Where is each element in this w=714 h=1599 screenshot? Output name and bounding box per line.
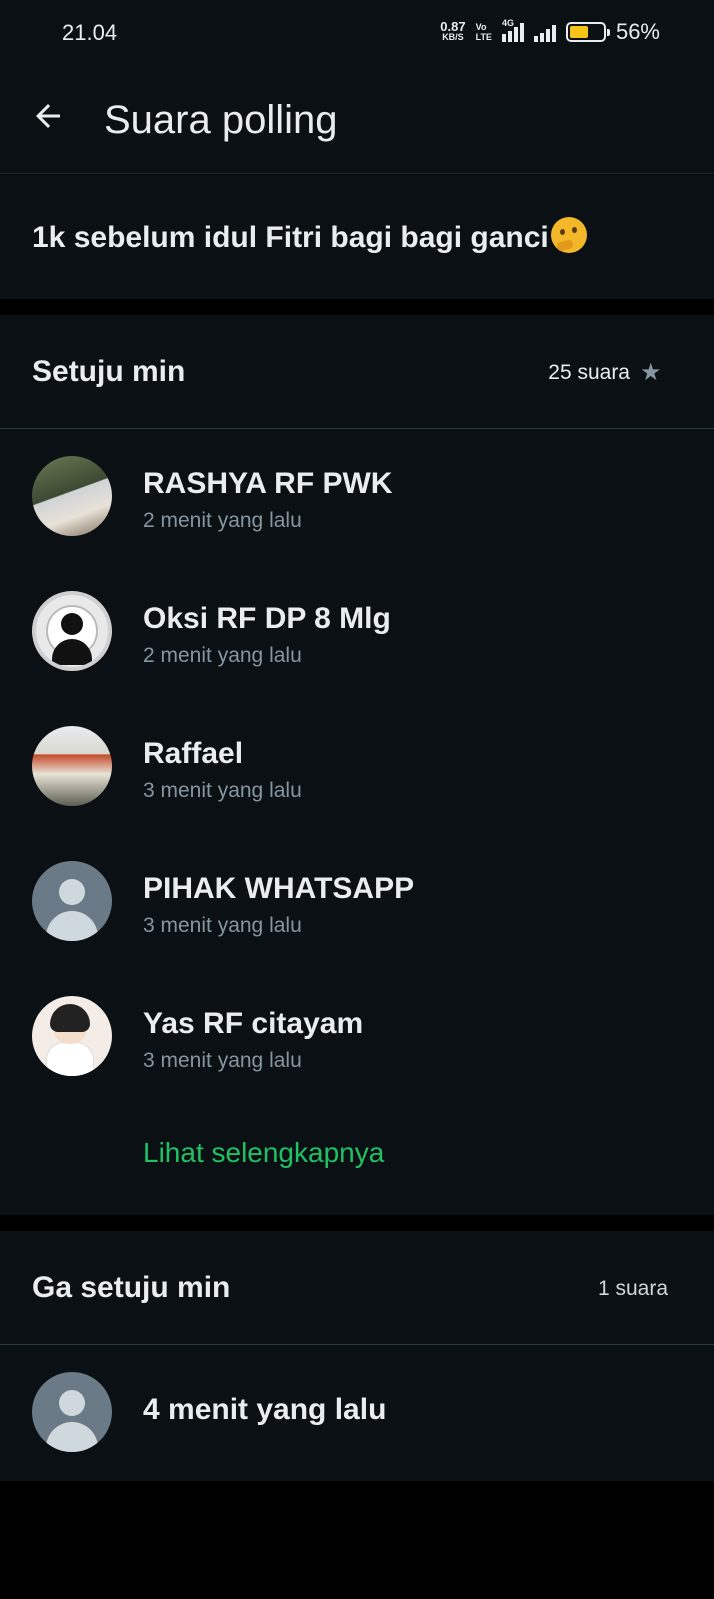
battery-percent: 56% (615, 19, 660, 44)
status-time: 21.04 (62, 20, 118, 45)
default-avatar-icon (32, 861, 112, 941)
page-title: Suara polling (104, 98, 338, 142)
see-more-link[interactable]: Lihat selengkapnya (143, 1137, 384, 1169)
voter-time: 3 menit yang lalu (143, 1049, 302, 1072)
poll-question-text: 1k sebelum idul Fitri bagi bagi ganci (32, 221, 549, 254)
signal-bar (501, 34, 506, 42)
default-avatar-icon (32, 1372, 112, 1452)
avatar-head (61, 613, 83, 635)
option-name: Setuju min (32, 355, 186, 388)
network-type: 4G (501, 18, 514, 28)
bottom-empty-area (0, 1481, 714, 1599)
vote-count-label: 1 suara (597, 1277, 668, 1300)
signal-bar (539, 33, 544, 42)
option-name: Ga setuju min (32, 1271, 231, 1304)
avatar-hair (50, 1004, 90, 1032)
volte-bottom: LTE (475, 32, 492, 42)
voter-name: Yas RF citayam (143, 1007, 364, 1040)
poll-option-ga-setuju: Ga setuju min 1 suara 4 menit yang lalu (0, 1231, 714, 1481)
voter-name: 4 menit yang lalu (143, 1393, 387, 1426)
vote-count-label: 25 suara (548, 361, 630, 384)
thinking-face-emoji-icon (550, 217, 587, 253)
avatar-shirt (46, 1042, 94, 1076)
signal-bar (507, 31, 512, 42)
voter-name: PIHAK WHATSAPP (143, 872, 415, 905)
voter-row[interactable]: 4 menit yang lalu (0, 1345, 714, 1480)
back-button[interactable] (26, 94, 70, 138)
voter-name: RASHYA RF PWK (143, 467, 393, 500)
signal-icon (533, 22, 556, 42)
option-header: Setuju min 25 suara ★ (0, 315, 714, 429)
network-speed: 0.87 KB/S (440, 19, 466, 42)
option-vote-count: 25 suara ★ (548, 361, 662, 385)
network-speed-value: 0.87 (440, 19, 466, 34)
voter-time: 3 menit yang lalu (143, 914, 302, 937)
star-icon: ★ (640, 359, 662, 386)
avatar (32, 456, 112, 536)
battery-fill (569, 26, 588, 38)
signal-bar (551, 25, 556, 42)
voter-time: 2 menit yang lalu (143, 644, 302, 667)
voter-time: 3 menit yang lalu (143, 779, 302, 802)
voter-name: Oksi RF DP 8 Mlg (143, 602, 391, 635)
signal-bar (545, 29, 550, 42)
battery-icon (565, 22, 610, 42)
volte-top: Vo (475, 22, 487, 32)
voter-name: Raffael (143, 737, 244, 770)
avatar (32, 726, 112, 806)
arrow-left-icon (36, 104, 60, 128)
status-icons: 0.87 KB/S Vo LTE 4G 56% (440, 18, 660, 46)
avatar-head (59, 879, 85, 905)
option-header: Ga setuju min 1 suara (0, 1231, 714, 1345)
voter-row[interactable]: PIHAK WHATSAPP 3 menit yang lalu (0, 834, 714, 969)
avatar (32, 996, 112, 1076)
avatar-body (46, 911, 98, 941)
signal-bar (519, 23, 524, 42)
voter-row[interactable]: Yas RF citayam 3 menit yang lalu (0, 969, 714, 1104)
option-vote-count: 1 suara (598, 1277, 668, 1301)
volte-icon: Vo LTE (476, 22, 492, 42)
signal-4g-icon: 4G (501, 18, 524, 42)
voter-time: 2 menit yang lalu (143, 509, 302, 532)
avatar (32, 591, 112, 671)
poll-option-setuju: Setuju min 25 suara ★ RASHYA RF PWK 2 me… (0, 315, 714, 1215)
avatar-body (46, 1422, 98, 1452)
signal-bar (533, 36, 538, 42)
app-bar: Suara polling (0, 64, 714, 174)
signal-bar (513, 27, 518, 42)
network-speed-unit: KB/S (442, 32, 464, 42)
status-bar: 21.04 0.87 KB/S Vo LTE 4G 56% (0, 0, 714, 64)
voter-row[interactable]: RASHYA RF PWK 2 menit yang lalu (0, 429, 714, 564)
voter-row[interactable]: Raffael 3 menit yang lalu (0, 699, 714, 834)
voter-row[interactable]: Oksi RF DP 8 Mlg 2 menit yang lalu (0, 564, 714, 699)
poll-question: 1k sebelum idul Fitri bagi bagi ganci (32, 217, 587, 255)
poll-question-card: 1k sebelum idul Fitri bagi bagi ganci (0, 175, 714, 299)
avatar-head (59, 1390, 85, 1416)
